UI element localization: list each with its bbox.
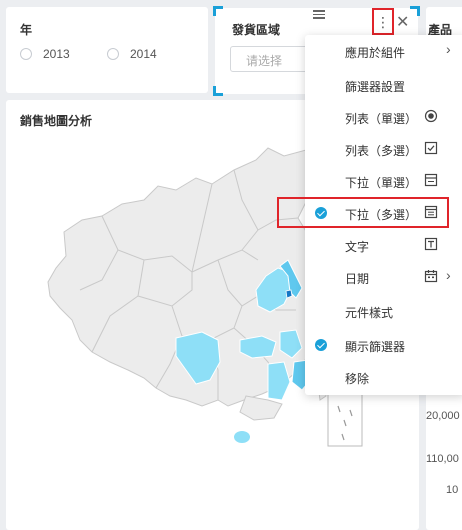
selection-corner — [213, 86, 223, 96]
menu-item-filter-settings[interactable]: 篩選器設置 — [305, 69, 462, 101]
radio-circle-icon[interactable] — [20, 48, 32, 60]
radio-circle-icon[interactable] — [107, 48, 119, 60]
selection-corner — [213, 6, 223, 16]
area-filter-title: 發貨區域 — [232, 23, 281, 37]
axis-value: 110,00 — [426, 453, 459, 465]
map-region-hainan — [234, 431, 250, 443]
highlight-box — [277, 197, 449, 228]
menu-item-component-style[interactable]: 元件樣式 — [305, 295, 462, 327]
year-filter-title: 年 — [20, 23, 33, 37]
radio-option-2014[interactable]: 2014 — [107, 47, 157, 61]
menu-item-show-filter[interactable]: 顯示篩選器 — [305, 329, 462, 361]
year-filter-card: 年 2013 2014 — [6, 7, 208, 93]
checkmark-icon — [315, 339, 327, 351]
radio-label: 2014 — [130, 47, 157, 61]
chevron-right-icon: › — [446, 267, 451, 283]
menu-item-text[interactable]: 文字 — [305, 229, 462, 261]
drag-handle-icon[interactable] — [313, 10, 325, 21]
radio-icon — [424, 109, 438, 123]
chevron-right-icon: › — [446, 41, 451, 57]
menu-item-remove[interactable]: 移除 — [305, 361, 462, 393]
menu-item-apply-to-component[interactable]: 應用於組件 › — [305, 35, 462, 67]
map-region-hubei — [239, 335, 277, 359]
menu-item-date[interactable]: 日期 › — [305, 261, 462, 293]
menu-item-dropdown-single[interactable]: 下拉（單選） — [305, 165, 462, 197]
south-sea-inset — [327, 393, 363, 447]
dropdown-icon — [424, 173, 438, 187]
axis-value: 20,000 — [426, 410, 460, 422]
more-vertical-icon: ⋮ — [376, 13, 390, 30]
radio-option-2013[interactable]: 2013 — [20, 47, 70, 61]
checkbox-icon — [424, 141, 438, 155]
text-icon — [424, 237, 438, 251]
selection-corner — [410, 6, 420, 16]
menu-item-list-single[interactable]: 列表（單選） — [305, 101, 462, 133]
calendar-icon — [424, 270, 438, 283]
axis-value: 10 — [446, 484, 459, 496]
close-icon[interactable]: ✕ — [396, 12, 409, 32]
more-options-button[interactable]: ⋮ — [372, 8, 394, 35]
menu-item-list-multi[interactable]: 列表（多選） — [305, 133, 462, 165]
radio-label: 2013 — [43, 47, 70, 61]
